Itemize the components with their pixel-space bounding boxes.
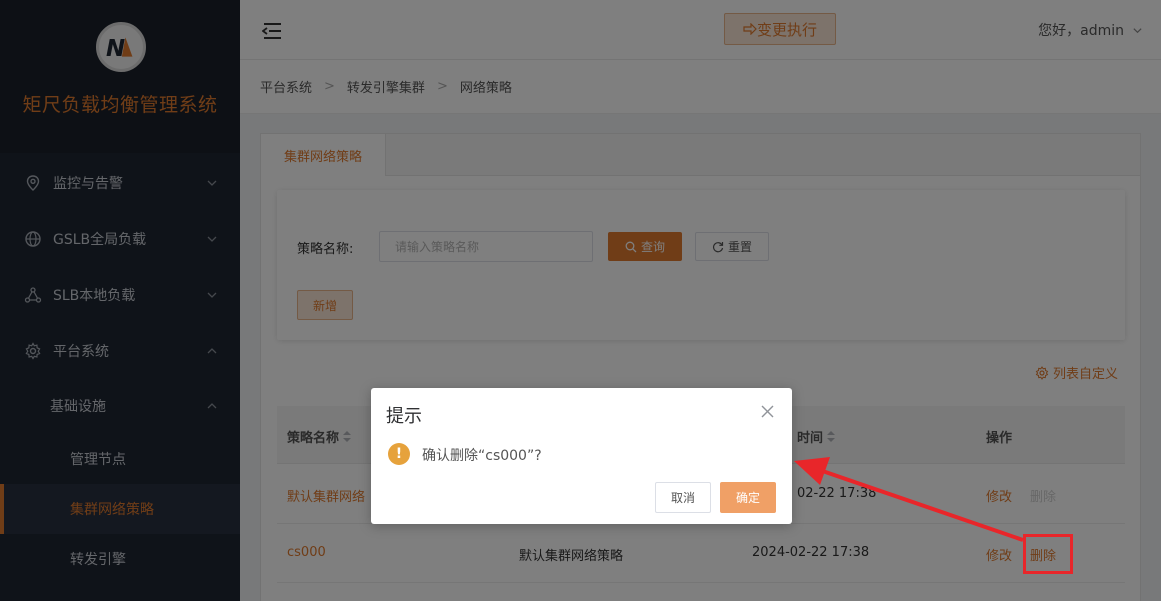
- confirm-dialog: 提示 ! 确认删除“cs000”? 取消 确定: [371, 388, 792, 524]
- warning-icon: !: [388, 443, 410, 465]
- dialog-title: 提示: [386, 406, 422, 427]
- confirm-button[interactable]: 确定: [720, 482, 776, 513]
- annotation-highlight-box: [1023, 534, 1073, 574]
- dialog-message: 确认删除“cs000”?: [422, 448, 542, 464]
- cancel-button[interactable]: 取消: [655, 482, 711, 513]
- close-icon[interactable]: [761, 405, 774, 418]
